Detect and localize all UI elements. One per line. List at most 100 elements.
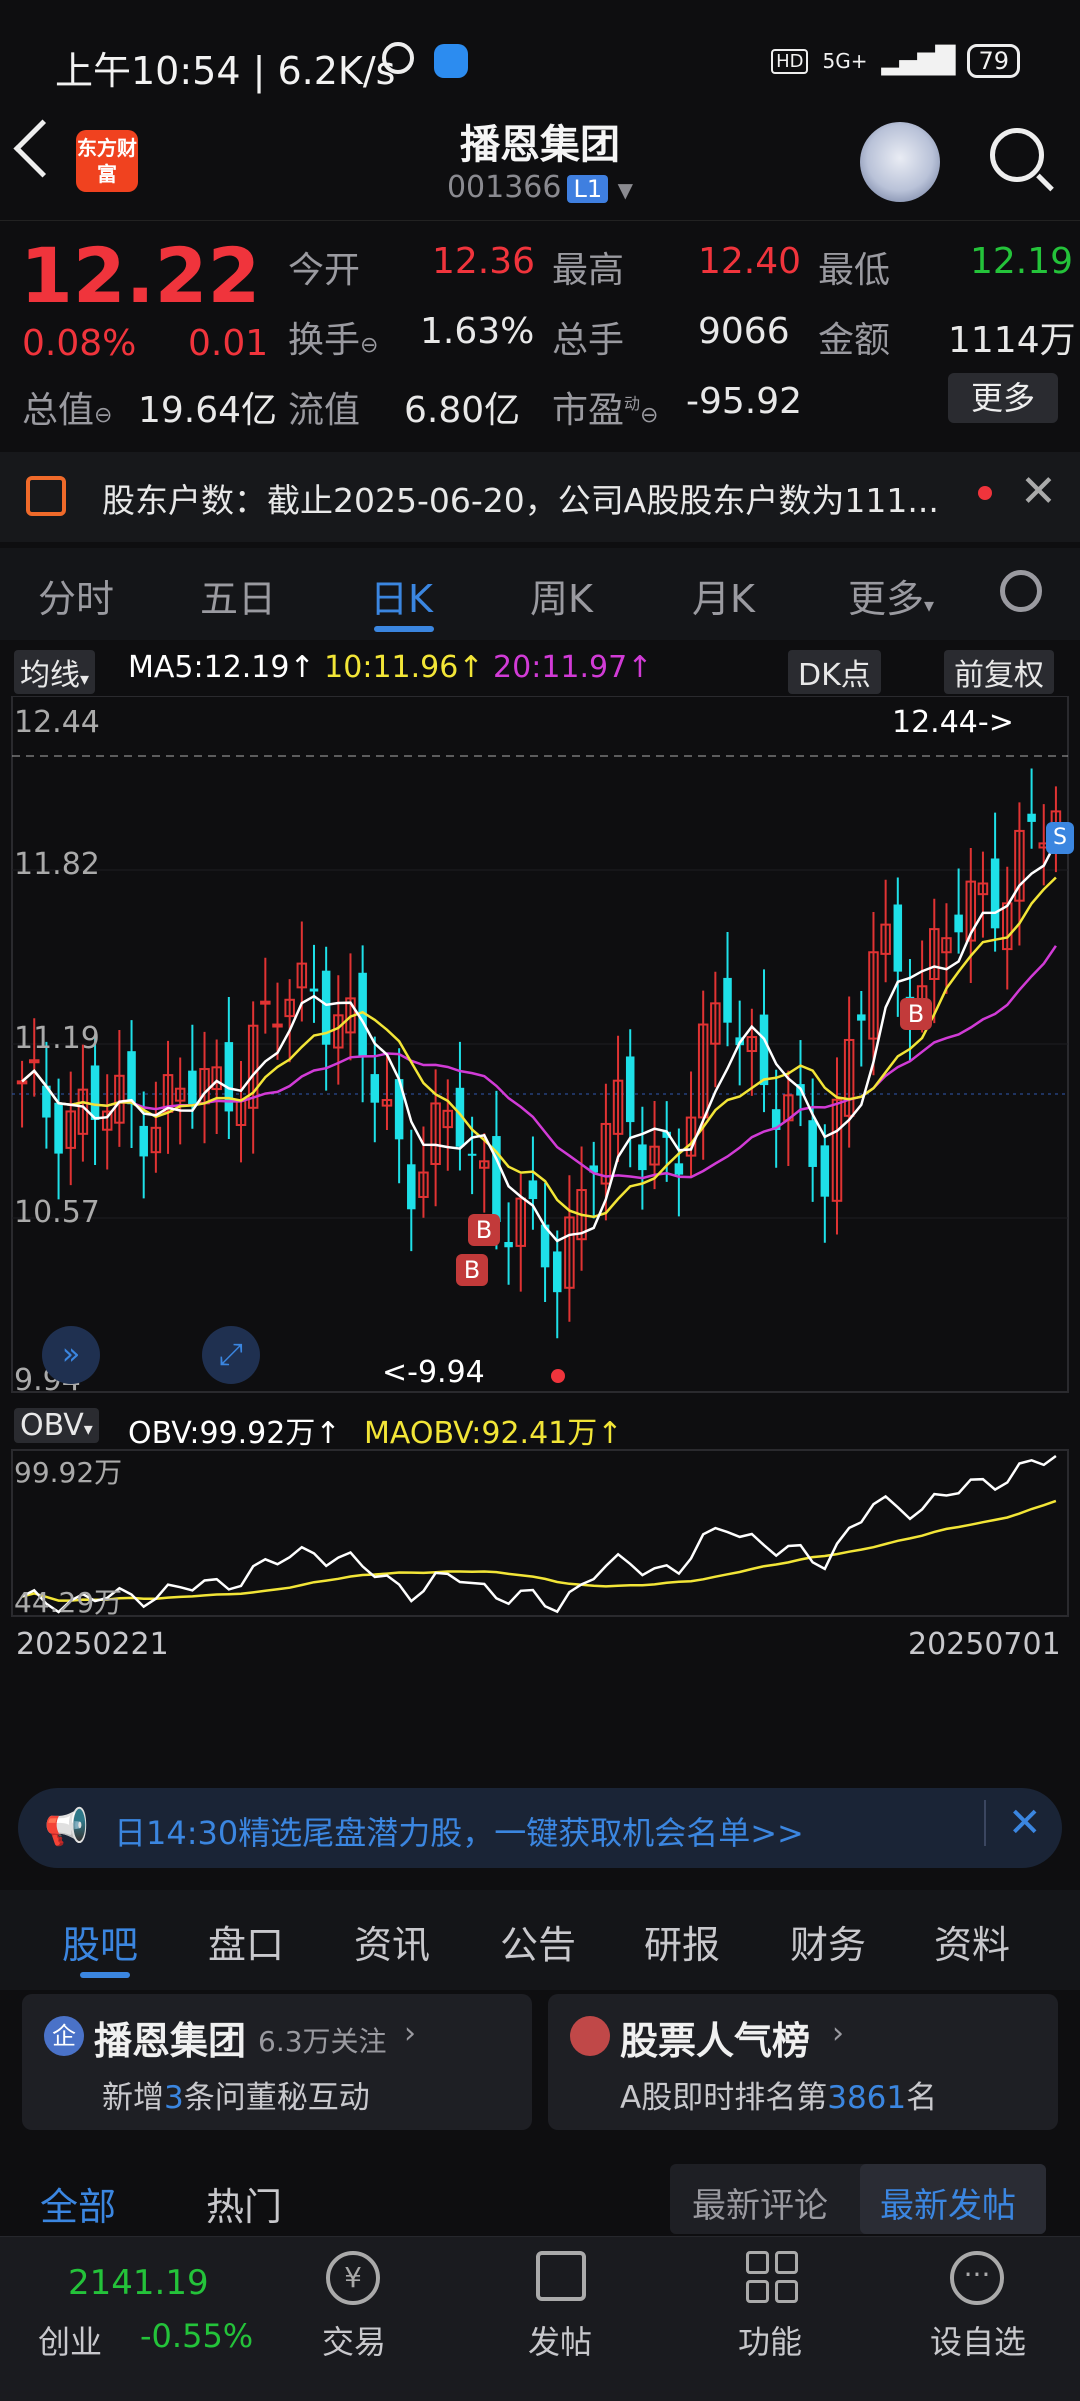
buy-signal-badge[interactable]: B [468, 1214, 500, 1246]
pe-label: 市盈动⊖ [552, 390, 659, 431]
company-follow-count: 6.3万关注 [258, 2025, 387, 2058]
volume-label: 总手 [552, 320, 625, 361]
obv-max-label: 99.92万 [14, 1456, 122, 1489]
fullscreen-icon[interactable]: ⤢ [202, 1326, 260, 1384]
app-notification-icon [434, 44, 468, 78]
tab-minute[interactable]: 分时 [38, 568, 114, 623]
y-tick-label: 11.19 [14, 1021, 100, 1056]
close-icon[interactable]: ✕ [1020, 466, 1057, 517]
hd-icon: HD [771, 48, 809, 74]
subtab-guba[interactable]: 股吧 [62, 1914, 138, 1969]
change-pct: 0.08% [22, 323, 137, 364]
more-button[interactable]: 更多 [948, 373, 1058, 423]
notice-text: 股东户数：截止2025-06-20，公司A股股东户数为111... [102, 481, 939, 520]
index-change[interactable]: -0.55% [140, 2317, 253, 2355]
candle-body [638, 1144, 647, 1171]
tab-day-k[interactable]: 日K [370, 568, 433, 623]
signal-icon: ▂▄▆█ [881, 46, 955, 76]
network-label: 5G+ [822, 49, 868, 73]
obv-legend: OBV:99.92万↑ MAOBV:92.41万↑ [128, 1416, 623, 1451]
dk-point-select[interactable]: DK点 [788, 650, 881, 694]
x-end-label: 20250701 [908, 1627, 1061, 1662]
header: 东方财富 播恩集团 001366 L1 ▼ [0, 110, 1080, 220]
low-label: 最低 [818, 250, 891, 291]
buy-signal-badge[interactable]: B [456, 1254, 488, 1286]
y-tick-label: 12.44 [14, 705, 100, 740]
filter-hot[interactable]: 热门 [206, 2176, 282, 2231]
y-tick-label: 10.57 [14, 1195, 100, 1230]
popularity-card[interactable]: 股票人气榜 › A股即时排名第3861名 [548, 1994, 1058, 2130]
candle-body [54, 1102, 63, 1154]
subtab-announcement[interactable]: 公告 [500, 1914, 576, 1969]
sort-latest-comment[interactable]: 最新评论 [692, 2178, 828, 2227]
obv-select[interactable]: OBV▾ [14, 1408, 99, 1443]
subtab-pankou[interactable]: 盘口 [208, 1914, 284, 1969]
more-circle-icon[interactable]: ··· [950, 2251, 1004, 2305]
candle-body [820, 1145, 830, 1197]
kline-chart-area[interactable]: 均线▾ MA5:12.19↑ 10:11.96↑ 20:11.97↑ DK点 前… [0, 640, 1080, 1750]
index-name[interactable]: 创业 [38, 2317, 102, 2363]
company-card-title: 播恩集团 [94, 2019, 247, 2063]
candle-body [139, 1125, 148, 1157]
company-card[interactable]: 企 播恩集团 6.3万关注 › 新增3条问董秘互动 [22, 1994, 532, 2130]
sell-signal-badge[interactable]: S [1046, 822, 1074, 854]
trade-icon[interactable]: ¥ [326, 2251, 380, 2305]
megaphone-icon: 📢 [44, 1807, 89, 1848]
candle-body [504, 1241, 513, 1248]
nav-watchlist[interactable]: 设自选 [930, 2317, 1026, 2363]
candle-body [552, 1251, 562, 1293]
tab-month-k[interactable]: 月K [692, 568, 755, 623]
obv-min-label: 44.29万 [14, 1586, 122, 1619]
event-dot [551, 1369, 565, 1383]
subtab-profile[interactable]: 资料 [934, 1914, 1010, 1969]
candle-body [954, 914, 963, 933]
expand-sidebar-icon[interactable]: » [42, 1326, 100, 1384]
index-value[interactable]: 2141.19 [68, 2263, 209, 2303]
candle-body [759, 1014, 769, 1086]
buy-signal-badge[interactable]: B [900, 998, 932, 1030]
candle-body [16, 1080, 28, 1085]
subtab-finance[interactable]: 财务 [790, 1914, 866, 1969]
candle-body [260, 1000, 271, 1005]
float-value: 6.80亿 [404, 390, 521, 431]
tab-five-day[interactable]: 五日 [200, 568, 276, 623]
tab-week-k[interactable]: 周K [530, 568, 593, 623]
candle-body [990, 858, 1000, 929]
grid-icon[interactable] [746, 2251, 798, 2303]
filter-all[interactable]: 全部 [40, 2176, 116, 2231]
tab-more[interactable]: 更多▾ [848, 568, 934, 623]
candle-body [90, 1065, 100, 1120]
nav-trade[interactable]: 交易 [322, 2317, 386, 2363]
search-icon[interactable] [990, 128, 1044, 182]
current-price: 12.22 [20, 231, 261, 320]
close-icon[interactable]: ✕ [984, 1800, 1042, 1846]
notice-bar[interactable]: 股东户数：截止2025-06-20，公司A股股东户数为111... ✕ [0, 452, 1080, 542]
status-right: HD 5G+ ▂▄▆█ 79 [771, 44, 1020, 78]
sort-latest-post[interactable]: 最新发帖 [880, 2178, 1016, 2227]
candle-body [625, 1056, 635, 1123]
candle-body [272, 1023, 283, 1028]
candle-body [467, 1153, 477, 1156]
ma-select[interactable]: 均线▾ [14, 650, 96, 694]
promo-text: 日14:30精选尾盘潜力股，一键获取机会名单>> [114, 1814, 804, 1852]
nav-function[interactable]: 功能 [738, 2317, 802, 2363]
obv-frame [11, 1449, 1069, 1617]
subtab-news[interactable]: 资讯 [354, 1914, 430, 1969]
edit-icon[interactable] [536, 2251, 586, 2301]
candle-body [893, 904, 903, 972]
promo-banner[interactable]: 📢 日14:30精选尾盘潜力股，一键获取机会名单>> ✕ [18, 1788, 1062, 1868]
active-tab-indicator [374, 626, 434, 632]
nav-post[interactable]: 发帖 [528, 2317, 592, 2363]
gear-icon[interactable] [1000, 570, 1042, 612]
speaker-icon [26, 476, 66, 516]
subtab-research[interactable]: 研报 [644, 1914, 720, 1969]
adjust-select[interactable]: 前复权 [944, 650, 1054, 694]
assistant-avatar[interactable] [860, 122, 940, 202]
status-time: 上午10:54 | 6.2K/s [55, 49, 396, 93]
open-value: 12.36 [432, 241, 536, 282]
high-value: 12.40 [698, 241, 802, 282]
amount-label: 金额 [818, 320, 891, 361]
period-tabs: 分时 五日 日K 周K 月K 更多▾ [0, 548, 1080, 640]
unread-dot [978, 486, 992, 500]
bottom-nav: 2141.19 创业 -0.55% ¥ 交易 发帖 功能 ··· 设自选 [0, 2236, 1080, 2401]
